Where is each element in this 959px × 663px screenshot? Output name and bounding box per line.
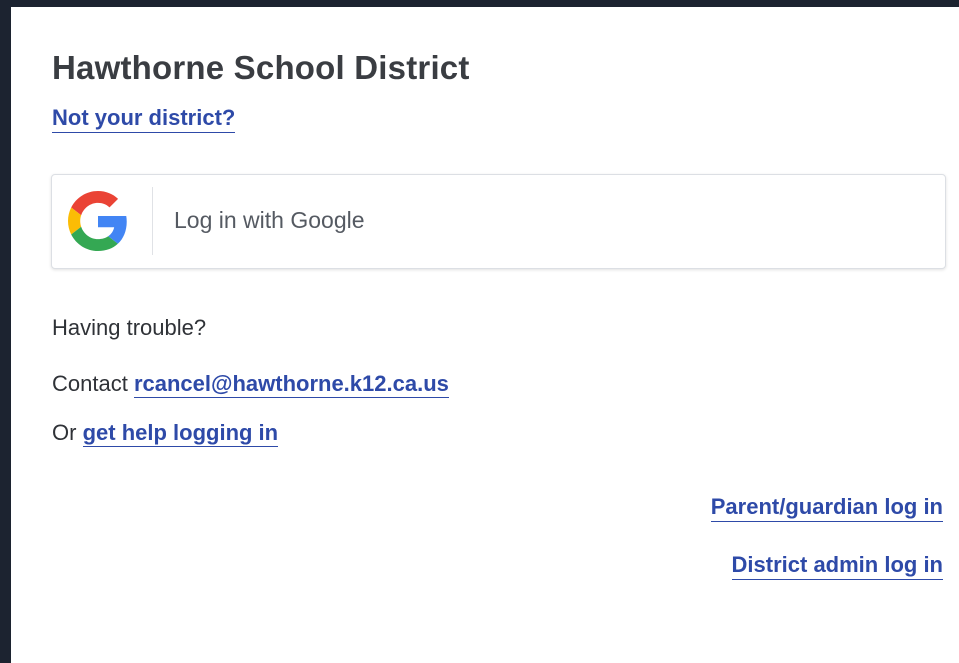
contact-email-link[interactable]: rcancel@hawthorne.k12.ca.us <box>133 371 449 398</box>
get-help-link[interactable]: get help logging in <box>82 420 279 447</box>
google-g-icon <box>68 191 128 251</box>
or-prefix: Or <box>52 420 77 445</box>
parent-guardian-login-link[interactable]: Parent/guardian log in <box>710 494 943 522</box>
google-login-label: Log in with Google <box>174 207 365 233</box>
contact-line: Contact rcancel@hawthorne.k12.ca.us <box>52 371 449 398</box>
google-login-button[interactable]: Log in with Google <box>51 174 946 269</box>
help-line: Or get help logging in <box>52 420 279 447</box>
contact-prefix: Contact <box>52 371 128 396</box>
button-divider <box>152 187 153 255</box>
district-admin-login-link[interactable]: District admin log in <box>731 552 943 580</box>
having-trouble-text: Having trouble? <box>52 315 207 340</box>
login-panel: Hawthorne School District Not your distr… <box>11 7 959 663</box>
district-title: Hawthorne School District <box>52 49 470 86</box>
not-your-district-link[interactable]: Not your district? <box>52 105 236 133</box>
